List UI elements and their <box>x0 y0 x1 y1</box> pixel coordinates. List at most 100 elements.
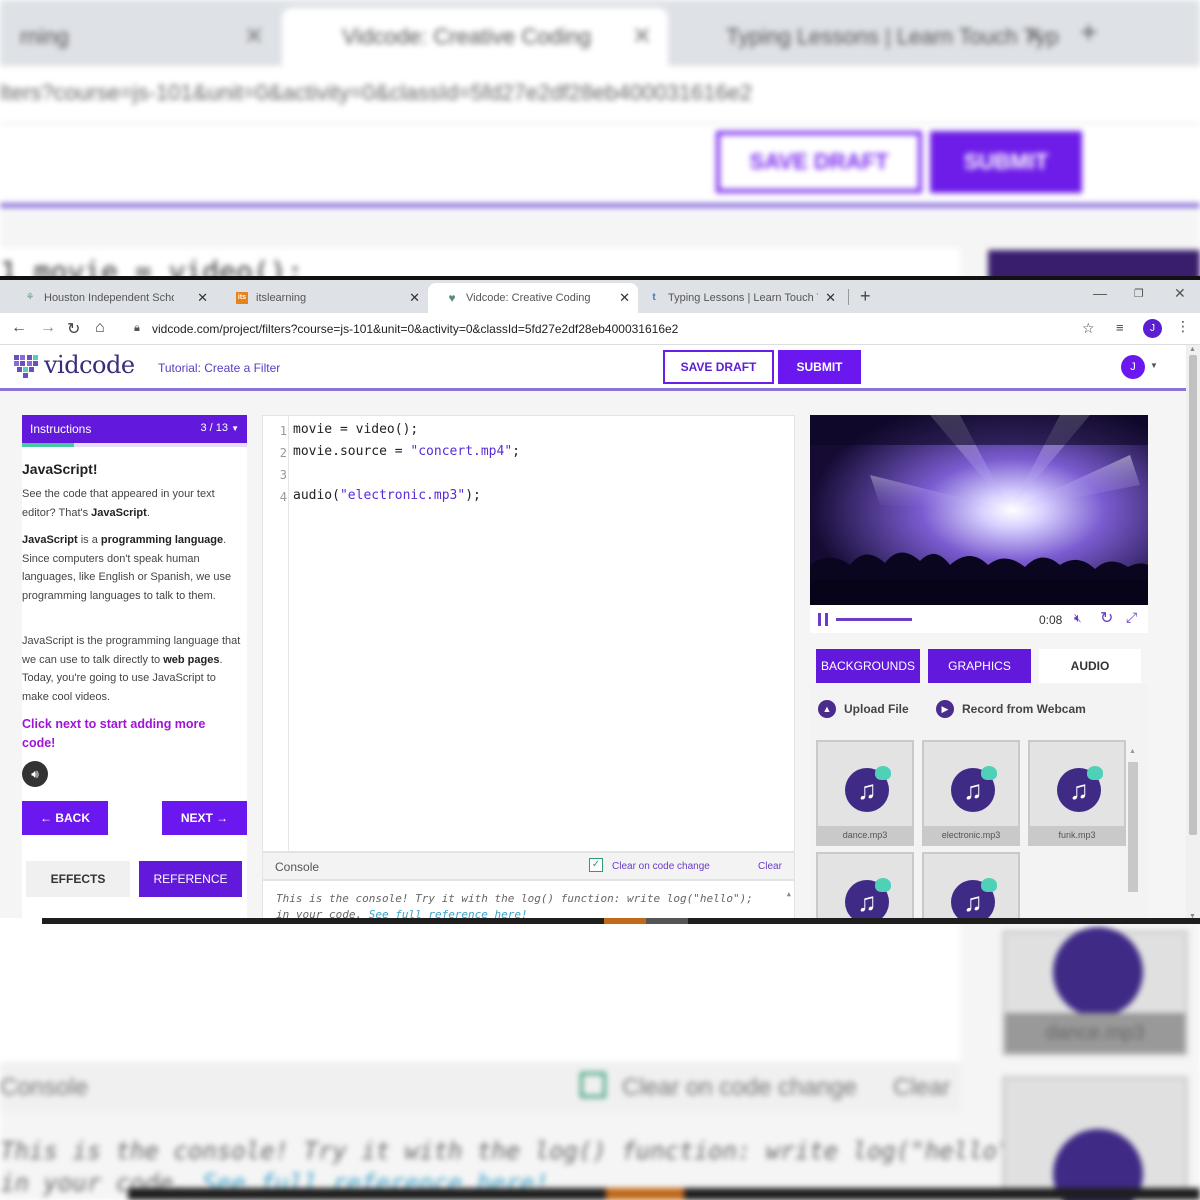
tab-audio[interactable]: AUDIO <box>1039 649 1141 683</box>
its-icon: its <box>236 292 248 304</box>
audio-item-electronic[interactable]: ♫ electronic.mp3 <box>922 740 1020 846</box>
line-number: 1 <box>279 424 287 438</box>
submit-button[interactable]: SUBMIT <box>778 350 861 384</box>
back-arrow-icon[interactable]: ← <box>11 319 27 337</box>
code-text: movie = video(); <box>293 422 419 437</box>
page-scrollbar[interactable]: ▲ ▼ <box>1186 345 1200 924</box>
bg-console-line1: This is the console! Try it with the log… <box>0 1137 1041 1165</box>
music-note-icon: ♫ <box>1057 766 1103 812</box>
record-icon: ▶ <box>936 700 954 718</box>
pause-icon[interactable] <box>818 613 828 626</box>
scroll-up-icon[interactable]: ▲ <box>1129 748 1136 755</box>
upload-file-button[interactable]: ▲ Upload File <box>818 700 909 718</box>
audio-item-funk[interactable]: ♫ funk.mp3 <box>1028 740 1126 846</box>
workspace: Instructions 3 / 13 ▼ JavaScript! See th… <box>0 391 1186 924</box>
tab-backgrounds[interactable]: BACKGROUNDS <box>816 649 920 683</box>
record-webcam-button[interactable]: ▶ Record from Webcam <box>936 700 1086 718</box>
instructions-title: JavaScript! <box>22 461 98 477</box>
scroll-thumb[interactable] <box>1189 355 1197 835</box>
close-icon[interactable]: ✕ <box>825 290 836 306</box>
logo-text: vidcode <box>44 351 135 379</box>
vidcode-logo[interactable]: vidcode <box>12 351 135 379</box>
code-line[interactable]: movie = video(); <box>293 422 418 437</box>
tab-title: Houston Independent School Di <box>44 292 174 304</box>
pixel-heart-icon <box>14 355 38 378</box>
browser-tab-typing[interactable]: t Typing Lessons | Learn Touch Typ ✕ <box>630 283 844 313</box>
clear-on-change-label[interactable]: Clear on code change <box>612 861 710 872</box>
step-counter[interactable]: 3 / 13 ▼ <box>200 422 239 434</box>
t-icon: t <box>652 292 656 303</box>
code-line[interactable]: movie.source = "concert.mp4"; <box>293 444 520 459</box>
mute-icon[interactable]: 🔇︎ <box>1074 611 1082 626</box>
playback-progress[interactable] <box>836 618 912 621</box>
bg-tab-right: Typing Lessons | Learn Touch Typ ✕ <box>676 8 1060 66</box>
speaker-icon[interactable]: 🔊︎ <box>22 761 48 787</box>
browser-tab-vidcode[interactable]: ♥ Vidcode: Creative Coding ✕ <box>428 283 638 313</box>
restore-icon[interactable]: ❐ <box>1134 287 1144 300</box>
menu-kebab-icon[interactable]: ⋮ <box>1176 318 1190 335</box>
reload-icon[interactable]: ↻ <box>67 319 80 339</box>
replay-icon[interactable]: ↻ <box>1100 608 1113 628</box>
next-hint-link[interactable]: Click next to start adding more code! <box>22 715 242 753</box>
scroll-thumb[interactable] <box>1128 762 1138 892</box>
code-line[interactable]: audio("electronic.mp3"); <box>293 488 481 503</box>
code-text: ; <box>512 444 520 459</box>
audio-scrollbar[interactable]: ▲ <box>1127 748 1139 924</box>
p2-text-1: is a <box>77 534 101 546</box>
home-icon[interactable]: ⌂ <box>95 319 105 337</box>
scroll-up-icon[interactable]: ▲ <box>787 886 791 902</box>
code-text: audio( <box>293 488 340 503</box>
close-icon[interactable]: ✕ <box>409 290 420 306</box>
bg-taskbar-app <box>606 1188 684 1200</box>
upload-label: Upload File <box>844 702 909 716</box>
code-text: movie.source = <box>293 444 411 459</box>
browser-toolbar: ← → ↻ ⌂ 🔒︎ vidcode.com/project/filters?c… <box>0 313 1200 345</box>
close-icon[interactable]: ✕ <box>619 290 630 306</box>
tab-title: itslearning <box>256 292 307 304</box>
bg-new-tab-icon: + <box>1080 16 1098 49</box>
code-editor[interactable]: 1 2 3 4 movie = video(); movie.source = … <box>262 415 795 852</box>
checkbox-icon[interactable]: ✓ <box>589 858 603 872</box>
audio-item[interactable]: ♫ <box>816 852 914 924</box>
instructions-header[interactable]: Instructions 3 / 13 ▼ <box>22 415 247 443</box>
audio-item-dance[interactable]: ♫ dance.mp3 <box>816 740 914 846</box>
step-counter-text: 3 / 13 <box>200 422 229 434</box>
code-text: ); <box>465 488 481 503</box>
audio-caption: dance.mp3 <box>818 826 912 844</box>
reading-list-icon[interactable]: ≡ <box>1116 320 1124 335</box>
profile-avatar[interactable]: J <box>1143 319 1162 338</box>
new-tab-icon[interactable]: + <box>860 286 871 307</box>
close-icon: ✕ <box>1023 23 1044 50</box>
clear-console-button[interactable]: Clear <box>758 861 782 872</box>
bg-url-text: lters?course=js-101&unit=0&activity=0&cl… <box>0 80 753 105</box>
tab-effects[interactable]: EFFECTS <box>26 861 130 897</box>
close-icon: ✕ <box>631 23 652 50</box>
fullscreen-icon[interactable]: ⤢ <box>1126 609 1137 626</box>
user-avatar[interactable]: J <box>1121 355 1145 379</box>
bg-audio-thumb: dance.mp3 <box>1002 927 1188 1056</box>
audio-item[interactable]: ♫ <box>922 852 1020 924</box>
line-number: 3 <box>279 468 287 482</box>
bookmark-star-icon[interactable]: ☆ <box>1082 320 1095 337</box>
tab-divider <box>848 289 849 305</box>
scroll-up-icon[interactable]: ▲ <box>1189 346 1196 353</box>
forward-arrow-icon[interactable]: → <box>40 319 56 337</box>
close-icon[interactable]: ✕ <box>197 290 208 306</box>
next-button[interactable]: NEXT → <box>162 801 247 835</box>
back-button[interactable]: ← BACK <box>22 801 108 835</box>
browser-tab-hisd[interactable]: ⚘ Houston Independent School Di ✕ <box>6 283 216 313</box>
music-note-icon: ♫ <box>845 766 891 812</box>
p1-end: . <box>146 506 150 519</box>
bg-tab-active: Vidcode: Creative Coding ✕ <box>282 8 668 66</box>
bg-clear: Clear <box>893 1074 951 1101</box>
minimize-icon[interactable]: — <box>1093 285 1107 301</box>
tab-reference[interactable]: REFERENCE <box>139 861 242 897</box>
address-bar[interactable]: 🔒︎ vidcode.com/project/filters?course=js… <box>122 316 1106 342</box>
bg-tab-left: rning ✕ <box>0 8 280 66</box>
browser-tab-itslearning[interactable]: its itslearning ✕ <box>218 283 428 313</box>
caret-down-icon[interactable]: ▼ <box>1150 361 1158 370</box>
window-close-icon[interactable]: ✕ <box>1174 285 1186 302</box>
tab-graphics[interactable]: GRAPHICS <box>928 649 1031 683</box>
video-preview[interactable] <box>810 415 1148 605</box>
save-draft-button[interactable]: SAVE DRAFT <box>663 350 774 384</box>
